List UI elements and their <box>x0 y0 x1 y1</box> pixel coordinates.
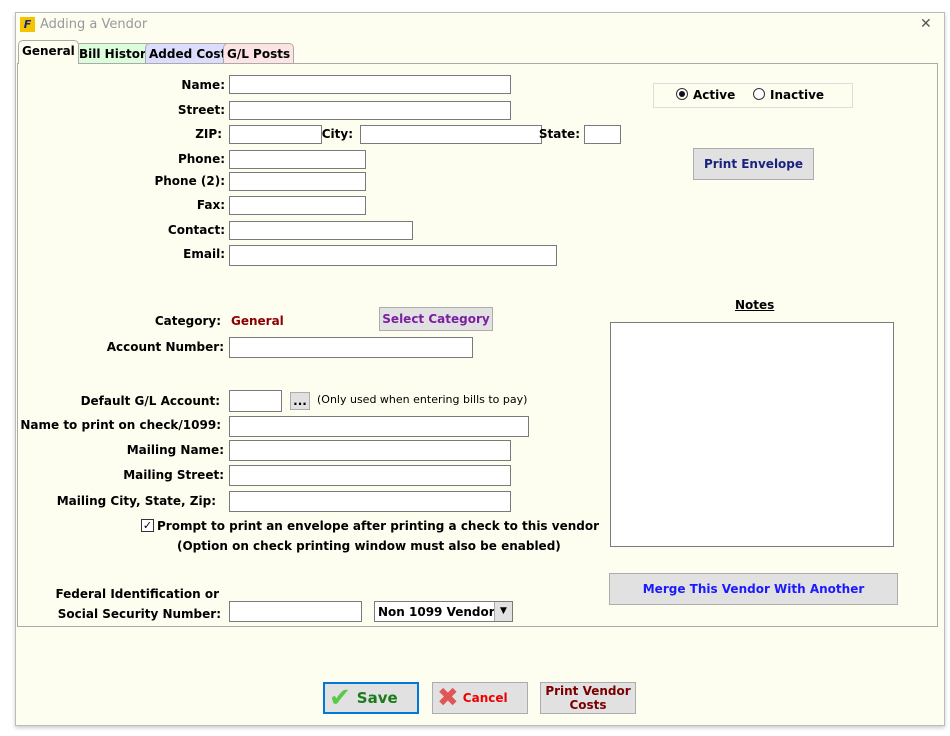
cancel-button[interactable]: ✖ Cancel <box>432 682 528 714</box>
gl-note: (Only used when entering bills to pay) <box>317 393 528 406</box>
prompt-checkbox[interactable]: ✓ <box>141 519 154 532</box>
prompt-label: Prompt to print an envelope after printi… <box>157 519 600 533</box>
contact-input[interactable] <box>229 221 413 240</box>
category-label: Category: <box>154 314 221 328</box>
name-input[interactable] <box>229 75 511 94</box>
mailing-name-label: Mailing Name: <box>126 443 224 457</box>
select-category-button[interactable]: Select Category <box>379 307 493 331</box>
fax-input[interactable] <box>229 196 366 215</box>
window-title: Adding a Vendor <box>40 17 148 32</box>
mailing-street-label: Mailing Street: <box>123 468 224 482</box>
active-radio[interactable] <box>676 88 688 100</box>
x-icon: ✖ <box>437 683 459 713</box>
checkmark-icon: ✔ <box>329 683 351 713</box>
phone2-input[interactable] <box>229 172 366 191</box>
inactive-radio[interactable] <box>753 88 765 100</box>
prompt-note: (Option on check printing window must al… <box>177 539 561 553</box>
fax-label: Fax: <box>196 198 225 212</box>
mailing-street-input[interactable] <box>229 465 511 486</box>
chevron-down-icon: ▼ <box>494 602 512 621</box>
default-gl-label: Default G/L Account: <box>80 394 220 408</box>
save-label: Save <box>356 689 398 707</box>
state-label: State: <box>538 127 580 141</box>
contact-label: Contact: <box>167 223 225 237</box>
notes-textarea[interactable] <box>610 322 894 547</box>
print-costs-line2: Costs <box>569 698 607 712</box>
tab-gl-posts[interactable]: G/L Posts <box>223 43 295 63</box>
street-label: Street: <box>177 103 225 117</box>
name-label: Name: <box>181 78 225 92</box>
mailing-name-input[interactable] <box>229 440 511 461</box>
cancel-label: Cancel <box>462 691 508 705</box>
default-gl-input[interactable] <box>229 390 282 412</box>
tab-general[interactable]: General <box>18 40 79 64</box>
print-envelope-button[interactable]: Print Envelope <box>693 148 814 180</box>
check-name-label: Name to print on check/1099: <box>20 418 221 432</box>
notes-label: Notes <box>735 298 775 312</box>
street-input[interactable] <box>229 101 511 120</box>
print-costs-line1: Print Vendor <box>545 684 631 698</box>
category-value: General <box>231 314 284 328</box>
vendor-type-value: Non 1099 Vendor <box>378 605 495 619</box>
state-input[interactable] <box>584 125 621 144</box>
active-label: Active <box>693 88 736 102</box>
app-logo-icon: F <box>20 17 35 32</box>
email-input[interactable] <box>229 245 557 266</box>
mailing-city-input[interactable] <box>229 491 511 512</box>
gl-browse-button[interactable]: ... <box>290 392 310 410</box>
email-label: Email: <box>183 247 225 261</box>
vendor-type-select[interactable]: Non 1099 Vendor ▼ <box>374 601 513 622</box>
federal-id-label-line1: Federal Identification or <box>55 587 219 601</box>
mailing-city-label: Mailing City, State, Zip: <box>56 494 216 508</box>
federal-id-label-line2: Social Security Number: <box>57 607 221 621</box>
print-vendor-costs-button[interactable]: Print Vendor Costs <box>540 682 636 714</box>
close-icon[interactable]: ✕ <box>920 16 932 32</box>
phone-input[interactable] <box>229 150 366 169</box>
merge-vendor-button[interactable]: Merge This Vendor With Another <box>609 573 898 605</box>
phone2-label: Phone (2): <box>154 174 225 188</box>
check-name-input[interactable] <box>229 416 529 437</box>
phone-label: Phone: <box>177 152 225 166</box>
save-button[interactable]: ✔ Save <box>323 682 419 714</box>
account-number-label: Account Number: <box>106 340 224 354</box>
inactive-label: Inactive <box>770 88 825 102</box>
federal-id-input[interactable] <box>229 601 362 622</box>
account-number-input[interactable] <box>229 337 473 358</box>
city-label: City: <box>321 127 353 141</box>
